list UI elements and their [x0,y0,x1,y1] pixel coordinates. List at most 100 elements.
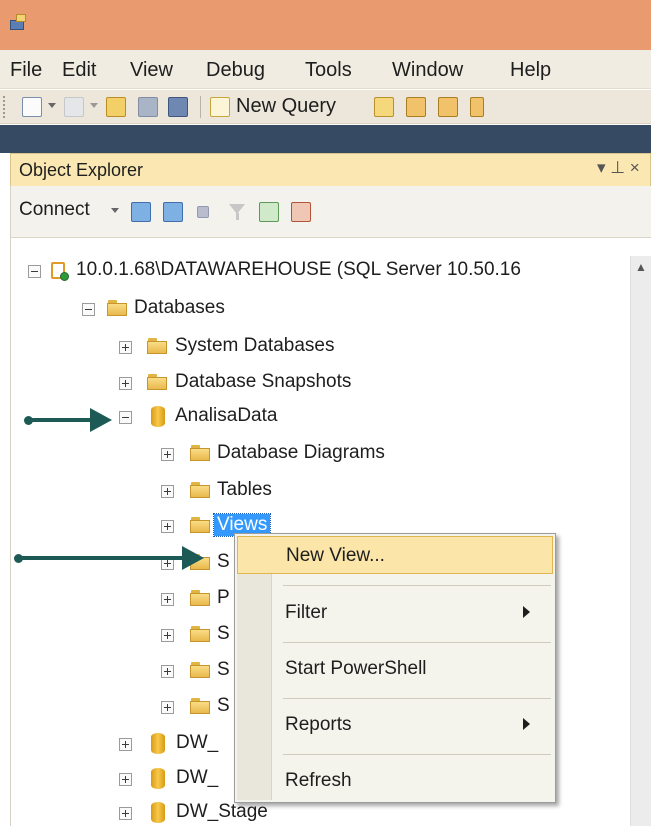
expand-icon[interactable] [119,807,132,820]
expand-icon[interactable] [161,520,174,533]
analysis-dmx-query-icon[interactable] [438,97,458,117]
analisadata-label: AnalisaData [175,405,278,426]
connect-dropdown-icon[interactable] [111,208,119,213]
tree-node-dw-1[interactable]: DW_ [0,731,240,761]
menu-item-new-view[interactable]: New View... [237,536,553,574]
disconnect-icon[interactable] [163,202,183,222]
database-icon [151,768,165,789]
tree-node-hidden-4[interactable]: S [0,658,240,688]
tree-node-hidden-3[interactable]: S [0,622,240,652]
new-query-button[interactable]: New Query [236,95,336,118]
object-explorer-header: Object Explorer ▾ ⊥ × [10,153,651,186]
connect-explorer-icon[interactable] [131,202,151,222]
menu-file[interactable]: File [10,59,42,82]
system-databases-label: System Databases [175,335,335,356]
menu-separator [283,698,551,699]
menu-item-label: Start PowerShell [285,658,427,679]
menu-item-reports[interactable]: Reports [237,706,553,744]
databases-label: Databases [134,297,225,318]
folder-icon [190,698,210,714]
analysis-xmla-query-icon[interactable] [470,97,484,117]
menu-item-label: New View... [286,545,385,566]
database-icon [151,802,165,823]
hidden-folder-label: S [217,623,230,644]
folder-icon [190,482,210,498]
add-item-icon[interactable] [64,97,84,117]
save-icon[interactable] [138,97,158,117]
expand-icon[interactable] [161,701,174,714]
folder-icon [147,338,167,354]
tree-node-server[interactable]: 10.0.1.68\DATAWAREHOUSE (SQL Server 10.5… [0,258,630,288]
tree-node-system-databases[interactable]: System Databases [0,334,600,364]
dw-database-label: DW_ [176,767,219,788]
menu-edit[interactable]: Edit [62,59,96,82]
menu-help[interactable]: Help [510,59,551,82]
tree-node-hidden-5[interactable]: S [0,694,240,724]
refresh-icon[interactable] [259,202,279,222]
connect-button[interactable]: Connect [19,199,90,221]
panel-pin-close-icon[interactable]: ▾ ⊥ × [597,158,640,178]
hidden-folder-label: S [217,659,230,680]
expand-icon[interactable] [119,341,132,354]
server-label: 10.0.1.68\DATAWAREHOUSE (SQL Server 10.5… [76,259,521,280]
expand-icon[interactable] [161,485,174,498]
object-explorer-title: Object Explorer [19,160,144,180]
expand-icon[interactable] [161,629,174,642]
expand-icon[interactable] [161,593,174,606]
analysis-mdx-query-icon[interactable] [406,97,426,117]
hidden-folder-label: S [217,551,230,572]
tree-node-database-snapshots[interactable]: Database Snapshots [0,370,600,400]
stop-icon[interactable] [197,206,209,218]
collapse-icon[interactable] [28,265,41,278]
menu-item-start-powershell[interactable]: Start PowerShell [237,650,553,688]
dw-database-label: DW_ [176,732,219,753]
folder-icon [190,445,210,461]
folder-icon [190,662,210,678]
expand-icon[interactable] [119,773,132,786]
tree-node-dw-stage[interactable]: DW_Stage [0,800,300,826]
collapse-icon[interactable] [82,303,95,316]
menu-tools[interactable]: Tools [305,59,352,82]
annotation-arrow-icon [24,408,112,432]
expand-icon[interactable] [119,738,132,751]
open-file-icon[interactable] [106,97,126,117]
menu-item-filter[interactable]: Filter [237,594,553,632]
tree-node-hidden-2[interactable]: P [0,586,240,616]
new-project-dropdown-icon[interactable] [48,103,56,108]
menu-window[interactable]: Window [392,59,463,82]
hidden-folder-label: S [217,695,230,716]
database-engine-query-icon[interactable] [374,97,394,117]
menu-separator [283,642,551,643]
app-icon[interactable] [8,12,30,34]
menu-item-label: Reports [285,714,352,735]
toolbar-grip[interactable] [3,96,6,118]
folder-icon [147,374,167,390]
title-bar [0,0,651,50]
expand-icon[interactable] [119,377,132,390]
add-item-dropdown-icon[interactable] [90,103,98,108]
database-diagrams-label: Database Diagrams [217,442,385,463]
new-project-icon[interactable] [22,97,42,117]
menu-view[interactable]: View [130,59,173,82]
save-all-icon[interactable] [168,97,188,117]
tree-node-database-diagrams[interactable]: Database Diagrams [0,441,600,471]
standard-toolbar: New Query [0,90,651,124]
new-query-icon[interactable] [210,97,230,117]
activity-monitor-icon[interactable] [291,202,311,222]
tree-node-databases[interactable]: Databases [0,296,600,326]
menu-item-label: Filter [285,602,328,623]
scroll-up-icon[interactable]: ▲ [635,260,647,274]
folder-icon [190,626,210,642]
expand-icon[interactable] [161,448,174,461]
object-explorer-toolbar: Connect [10,186,651,238]
collapse-icon[interactable] [119,411,132,424]
expand-icon[interactable] [161,665,174,678]
tree-node-dw-2[interactable]: DW_ [0,766,240,796]
menu-separator [283,585,551,586]
annotation-arrow-icon [14,546,204,570]
menu-item-refresh[interactable]: Refresh [237,762,553,800]
menu-debug[interactable]: Debug [206,59,265,82]
filter-icon[interactable] [227,202,247,222]
vertical-scrollbar[interactable]: ▲ [630,256,651,826]
tree-node-tables[interactable]: Tables [0,478,600,508]
